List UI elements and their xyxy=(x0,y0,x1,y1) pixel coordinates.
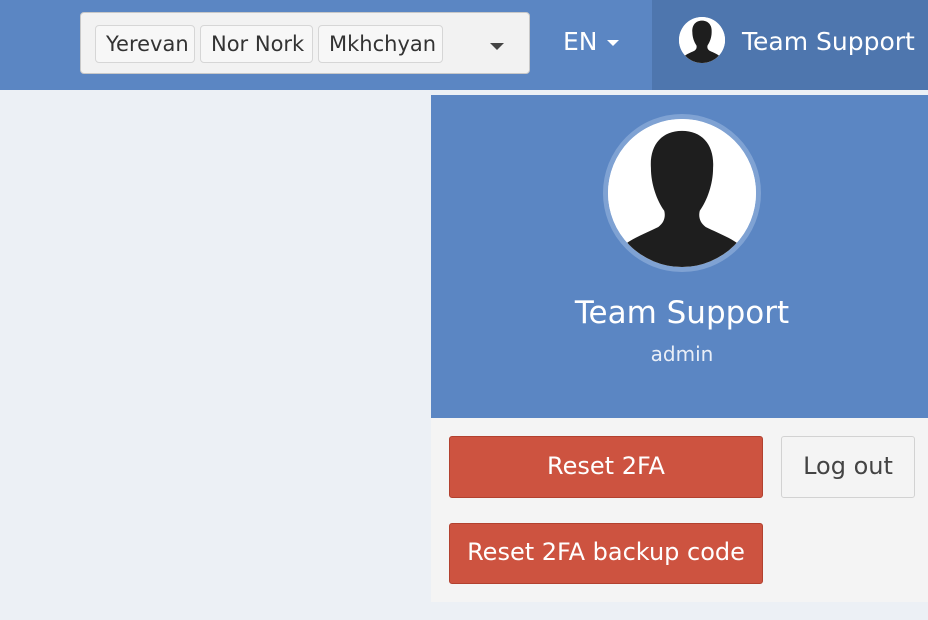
top-navbar: Yerevan Nor Nork Mkhchyan EN Team Suppor… xyxy=(0,0,928,90)
logout-button[interactable]: Log out xyxy=(781,436,915,498)
user-dropdown-panel: Team Support admin Reset 2FA Log out Res… xyxy=(431,95,928,602)
caret-down-icon[interactable] xyxy=(490,43,504,50)
avatar xyxy=(603,114,761,272)
location-tag-district[interactable]: Nor Nork xyxy=(200,25,313,63)
language-dropdown[interactable]: EN xyxy=(554,0,638,90)
user-name: Team Support xyxy=(742,27,915,56)
user-menu-toggle[interactable]: Team Support xyxy=(652,0,928,90)
reset-2fa-button[interactable]: Reset 2FA xyxy=(449,436,763,498)
caret-down-icon xyxy=(607,40,619,46)
user-silhouette-icon xyxy=(679,17,725,63)
profile-name: Team Support xyxy=(574,295,790,331)
location-select[interactable]: Yerevan Nor Nork Mkhchyan xyxy=(80,12,530,74)
profile-role: admin xyxy=(650,342,714,366)
user-profile-header: Team Support admin xyxy=(431,95,928,418)
language-label: EN xyxy=(563,27,598,56)
reset-2fa-backup-code-button[interactable]: Reset 2FA backup code xyxy=(449,523,763,584)
user-silhouette-icon xyxy=(608,119,756,267)
location-tag-neighborhood[interactable]: Mkhchyan xyxy=(318,25,443,63)
location-tag-city[interactable]: Yerevan xyxy=(95,25,195,63)
